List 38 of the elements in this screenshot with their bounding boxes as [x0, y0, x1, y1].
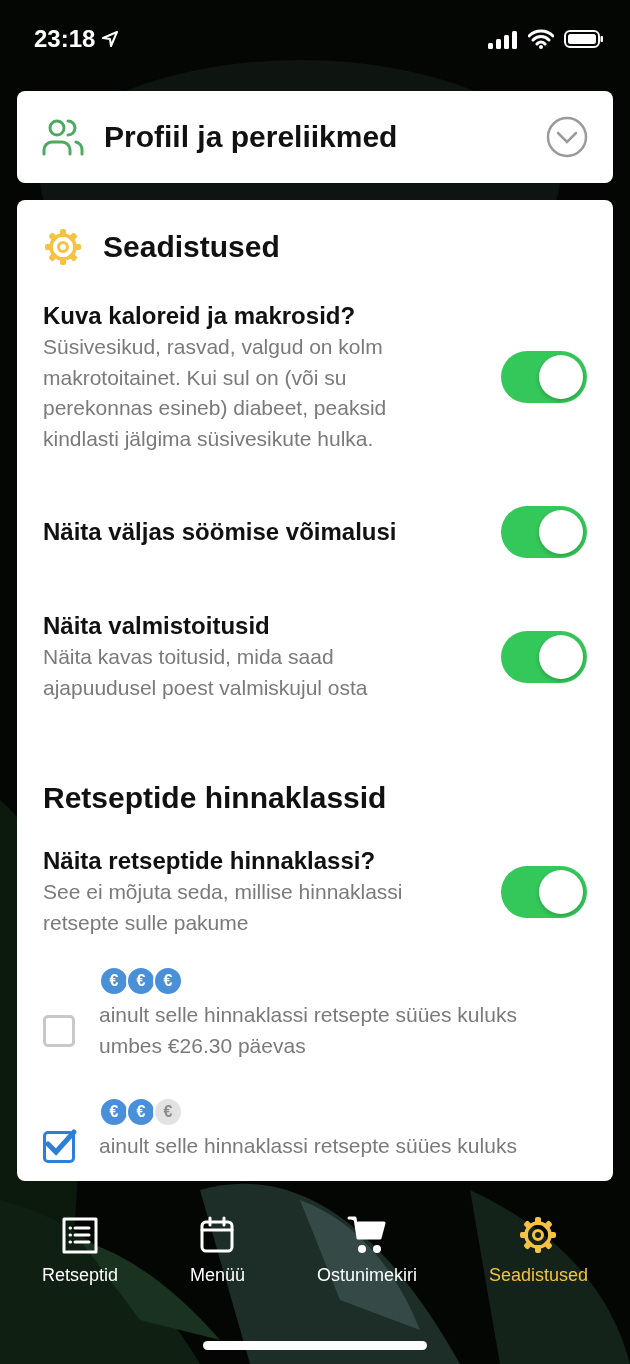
wifi-icon — [528, 29, 554, 49]
tier-description: ainult selle hinnaklassi retsepte süües kuluks umbes €26.30 päevas — [99, 1002, 518, 1059]
status-time: 23:18 — [34, 25, 120, 53]
euro-coin: € — [153, 1097, 183, 1127]
euro-coin: € — [99, 1097, 129, 1127]
setting-description: Süsivesikud, rasvad, valgud on kolm makrotoitainet. Kui sul on (või su perekonnas esineb) diabeet, peaksid kindlasti jälgima süsivesikute hulka. — [43, 334, 388, 452]
gear-icon — [518, 1215, 559, 1255]
people-icon — [42, 118, 84, 156]
list-icon — [60, 1215, 100, 1255]
tab-bar-item[interactable]: Retseptid — [37, 1215, 122, 1286]
setting-title: Kuva kaloreid ja makrosid? — [43, 301, 357, 331]
setting-description: See ei mõjuta seda, millise hinnaklassi retsepte sulle pakume — [43, 879, 404, 936]
toggle-switch[interactable] — [501, 506, 587, 558]
tier-description: ainult selle hinnaklassi retsepte süües kuluks — [99, 1133, 518, 1159]
setting-description: Näita kavas toitusid, mida saad ajapuudusel poest valmiskujul osta — [43, 644, 369, 701]
toggle-switch[interactable] — [501, 351, 587, 403]
battery-icon — [564, 29, 604, 49]
cart-icon — [346, 1215, 387, 1255]
location-arrow-icon — [101, 30, 120, 48]
setting-title: Näita valmistoitusid — [43, 611, 271, 641]
setting-title: Näita retseptide hinnaklassi? — [43, 846, 377, 876]
tab-bar-item[interactable]: Menüü — [185, 1215, 249, 1286]
card-title: Seadistused — [103, 230, 281, 264]
gear-icon — [43, 227, 83, 267]
toggle-switch[interactable] — [501, 865, 587, 918]
euro-coin: € — [126, 1097, 156, 1127]
euro-coin: € — [153, 966, 183, 996]
profile-card[interactable]: Profiil ja pereliikmed — [17, 91, 613, 183]
euro-coin: € — [126, 966, 156, 996]
signal-icon — [488, 29, 518, 49]
section-title: Retseptide hinnaklassid — [43, 781, 388, 815]
chevron-circle-icon[interactable] — [546, 116, 588, 158]
euro-coin: € — [99, 966, 129, 996]
checkbox[interactable] — [43, 1131, 75, 1163]
card-title: Profiil ja pereliikmed — [104, 120, 399, 154]
checkbox[interactable] — [43, 1014, 75, 1047]
setting-title: Näita väljas söömise võimalusi — [43, 517, 398, 547]
toggle-switch[interactable] — [501, 630, 587, 683]
